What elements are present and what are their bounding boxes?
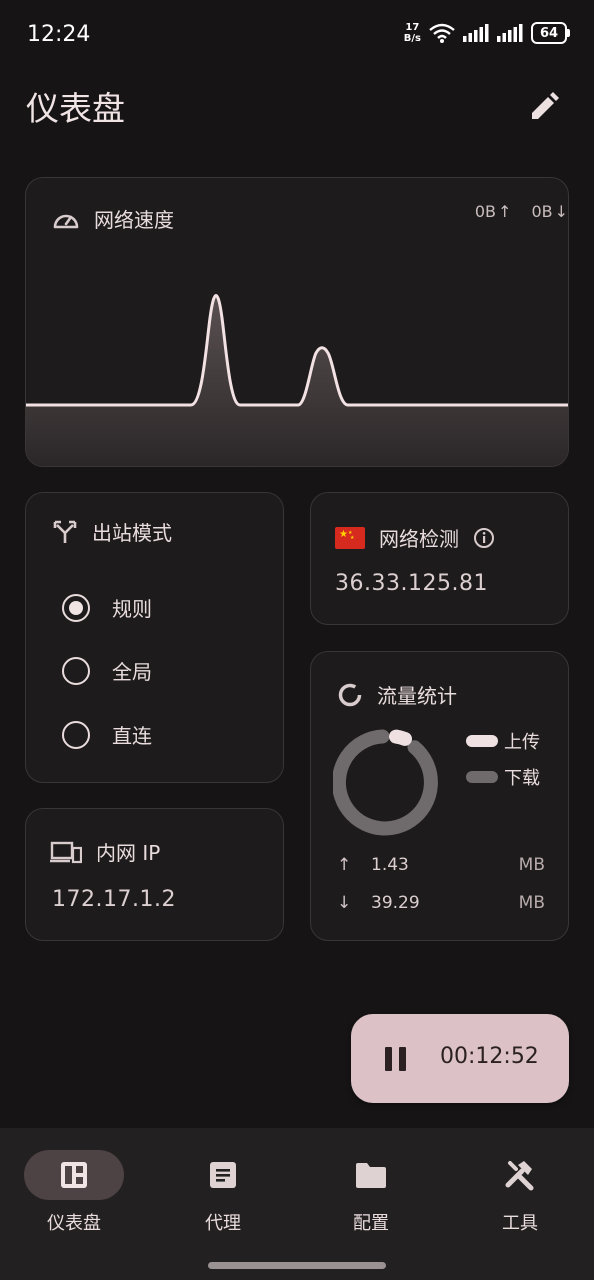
nav-pill — [173, 1150, 273, 1200]
upload-total-value: 1.43 — [371, 855, 409, 875]
download-total-value: 39.29 — [371, 893, 420, 913]
download-speed: 0B ↓ — [531, 202, 568, 221]
mode-option-direct[interactable]: 直连 — [62, 720, 152, 749]
legend-upload: 上传 — [466, 728, 540, 754]
battery-level: 64 — [531, 22, 567, 44]
nav-item-tools[interactable]: 工具 — [460, 1150, 580, 1235]
devices-icon — [50, 841, 82, 863]
nav-pill — [24, 1150, 124, 1200]
battery-indicator: 64 — [531, 22, 570, 44]
pause-icon — [385, 1047, 407, 1071]
info-icon[interactable] — [473, 527, 495, 549]
fork-icon — [53, 520, 77, 543]
upload-speed: 0B ↑ — [475, 202, 512, 221]
lan-ip-card: 内网 IP 172.17.1.2 — [25, 808, 284, 941]
radio-unselected[interactable] — [62, 720, 90, 749]
radio-selected[interactable] — [62, 593, 90, 622]
legend-upload-swatch — [466, 735, 498, 747]
arrow-down-icon: ↓ — [554, 202, 568, 221]
traffic-header: 流量统计 — [337, 680, 457, 709]
net-speed-indicator: 17 B/s — [404, 22, 421, 44]
nav-item-proxy[interactable]: 代理 — [163, 1150, 283, 1235]
network-check-card[interactable]: ★ ★ ★ 网络检测 36.33.125.81 — [310, 492, 569, 625]
bottom-navigation: 仪表盘 代理 配置 工具 — [0, 1128, 594, 1280]
speed-graph — [26, 248, 568, 466]
signal-icon-2 — [497, 24, 523, 42]
network-check-title: 网络检测 — [379, 527, 459, 551]
download-total-row: ↓ 39.29 MB — [337, 893, 545, 913]
network-check-header: ★ ★ ★ 网络检测 — [335, 523, 495, 552]
speed-stats: 0B ↑ 0B ↓ — [475, 202, 568, 221]
china-flag-icon: ★ ★ ★ — [335, 526, 365, 549]
donut-upload-arc — [389, 729, 412, 746]
status-time: 12:24 — [27, 22, 91, 47]
speed-graph-line — [26, 294, 568, 407]
mode-option-label: 规则 — [112, 597, 152, 621]
battery-tip — [567, 29, 570, 37]
public-ip-value: 36.33.125.81 — [335, 571, 488, 596]
net-speed-unit: B/s — [403, 33, 421, 44]
download-total-unit: MB — [518, 893, 545, 913]
traffic-title: 流量统计 — [377, 684, 457, 708]
speedometer-icon — [53, 214, 79, 228]
status-bar: 12:24 17 B/s 64 — [0, 0, 594, 70]
nav-item-dashboard[interactable]: 仪表盘 — [14, 1150, 134, 1235]
net-speed-value: 17 — [405, 22, 420, 33]
nav-item-config[interactable]: 配置 — [311, 1150, 431, 1235]
download-speed-value: 0B — [531, 202, 553, 221]
folder-icon — [356, 1163, 386, 1188]
donut-download-arc — [333, 729, 438, 836]
mode-option-label: 直连 — [112, 724, 152, 748]
legend-upload-label: 上传 — [504, 732, 540, 753]
mode-option-global[interactable]: 全局 — [62, 656, 152, 685]
nav-label: 配置 — [353, 1213, 389, 1234]
lan-ip-value: 172.17.1.2 — [52, 887, 176, 912]
nav-label: 工具 — [502, 1213, 538, 1234]
mode-option-rule[interactable]: 规则 — [62, 593, 152, 622]
traffic-legend: 上传 下载 — [466, 728, 540, 790]
outbound-mode-header: 出站模式 — [52, 517, 172, 546]
nav-pill — [321, 1150, 421, 1200]
lan-ip-title: 内网 IP — [96, 841, 161, 865]
upload-total-row: ↑ 1.43 MB — [337, 855, 545, 875]
dashboard-screen: 12:24 17 B/s 64 仪表盘 网络速度 0B ↑ 0B ↓ 出站模式 … — [0, 0, 594, 1280]
lan-ip-header: 内网 IP — [50, 837, 160, 866]
donut-chart-icon — [338, 683, 362, 706]
outbound-mode-card: 出站模式 规则 全局 直连 — [25, 492, 284, 783]
traffic-donut-chart — [333, 729, 438, 836]
home-indicator[interactable] — [208, 1262, 386, 1269]
arrow-up-icon: ↑ — [498, 202, 512, 221]
wifi-icon — [429, 23, 455, 43]
legend-download-swatch — [466, 771, 498, 783]
network-speed-title: 网络速度 — [94, 208, 174, 232]
upload-total-unit: MB — [518, 855, 545, 875]
nav-label: 仪表盘 — [47, 1213, 101, 1234]
legend-download-label: 下载 — [504, 768, 540, 789]
proxy-list-icon — [210, 1162, 236, 1188]
network-speed-header: 网络速度 — [52, 204, 174, 233]
dashboard-icon — [61, 1162, 87, 1188]
nav-label: 代理 — [205, 1213, 241, 1234]
outbound-mode-title: 出站模式 — [92, 521, 172, 545]
radio-unselected[interactable] — [62, 656, 90, 685]
traffic-stats-card: 流量统计 上传 下载 ↑ 1.43 MB ↓ 39.29 MB — [310, 651, 569, 941]
speed-graph-area — [26, 295, 568, 466]
stop-proxy-timer-button[interactable]: 00:12:52 — [351, 1014, 569, 1103]
legend-download: 下载 — [466, 764, 540, 790]
page-title: 仪表盘 — [26, 89, 125, 128]
status-icons: 17 B/s 64 — [404, 22, 570, 44]
pencil-icon — [532, 92, 559, 119]
arrow-up-icon: ↑ — [337, 855, 352, 875]
tools-icon — [505, 1161, 534, 1191]
mode-option-label: 全局 — [112, 660, 152, 684]
upload-speed-value: 0B — [474, 202, 497, 221]
elapsed-time: 00:12:52 — [440, 1044, 539, 1069]
signal-icon-1 — [463, 24, 489, 42]
arrow-down-icon: ↓ — [337, 893, 352, 913]
edit-button[interactable] — [522, 85, 566, 129]
nav-pill — [470, 1150, 570, 1200]
